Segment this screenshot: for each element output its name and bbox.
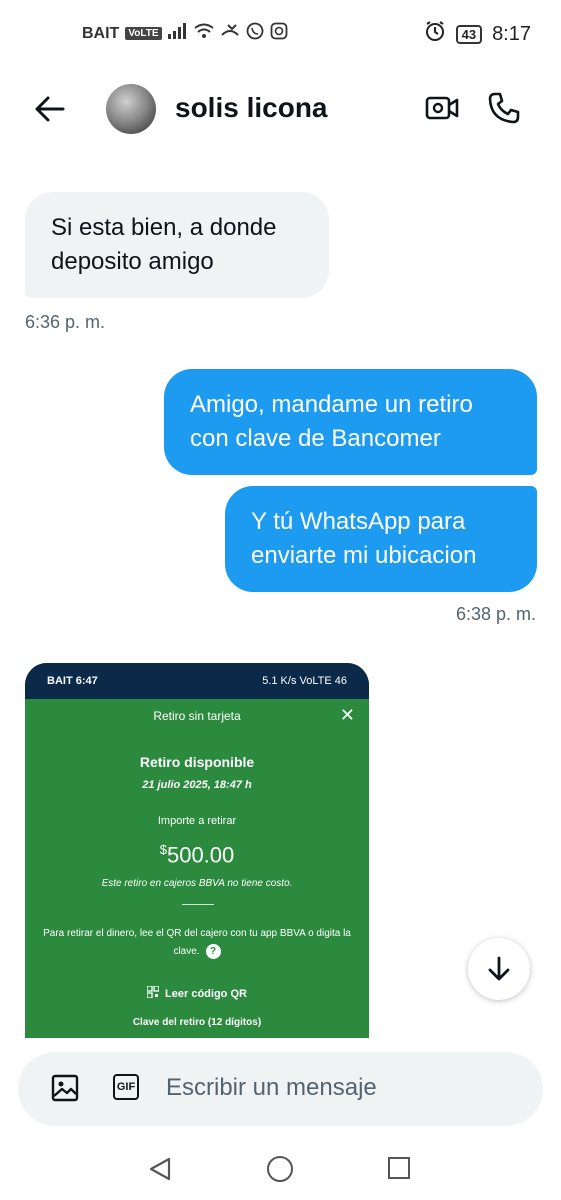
instagram-icon: [270, 22, 288, 45]
wifi-icon: [193, 23, 214, 44]
bbva-withdrawal-card: Retiro sin tarjeta ✕ Retiro disponible 2…: [25, 699, 369, 1038]
nav-back-button[interactable]: [147, 1156, 173, 1187]
carrier-label: BAIT: [82, 24, 120, 42]
instructions-text: Para retirar el dinero, lee el QR del ca…: [35, 925, 359, 961]
instructions-label: Para retirar el dinero, lee el QR del ca…: [43, 928, 351, 957]
arrow-left-icon: [35, 96, 65, 122]
voice-message-button[interactable]: [486, 1074, 516, 1109]
triangle-back-icon: [149, 1157, 171, 1181]
outgoing-message[interactable]: Amigo, mandame un retiro con clave de Ba…: [164, 369, 537, 475]
nav-recents-button[interactable]: [388, 1157, 410, 1179]
currency-symbol: $: [159, 842, 167, 857]
qr-reader-link: Leer código QR: [25, 985, 369, 1000]
message-timestamp: 6:36 p. m.: [25, 312, 106, 332]
voice-wave-icon: [488, 1075, 516, 1103]
video-camera-icon: [425, 96, 459, 120]
video-call-button[interactable]: [425, 94, 459, 127]
status-bar: BAIT VoLTE 43 8:17: [0, 0, 561, 66]
fee-note: Este retiro en cajeros BBVA no tiene cos…: [101, 878, 293, 889]
message-input[interactable]: Escribir un mensaje: [166, 1074, 377, 1102]
amount-value: 500.00: [166, 842, 235, 868]
withdrawal-amount: $500.00: [25, 842, 369, 868]
withdrawal-date: 21 julio 2025, 18:47 h: [142, 779, 252, 791]
back-button[interactable]: [33, 94, 67, 124]
arrow-down-icon: [488, 956, 510, 981]
missed-call-icon: [220, 23, 240, 44]
voice-call-button[interactable]: [487, 91, 521, 130]
phone-icon: [488, 92, 520, 124]
image-icon: [51, 1074, 79, 1102]
system-nav-bar: [0, 1134, 561, 1200]
attachment-status-left: BAIT 6:47: [47, 675, 98, 687]
message-composer[interactable]: GIF Escribir un mensaje: [18, 1052, 543, 1126]
image-attachment[interactable]: BAIT 6:47 5.1 K/s VoLTE 46 Retiro sin ta…: [25, 663, 369, 1038]
contact-name[interactable]: solis licona: [175, 92, 328, 124]
alarm-icon: [424, 20, 446, 48]
help-icon: ?: [205, 944, 221, 959]
scroll-to-bottom-button[interactable]: [468, 938, 530, 1000]
conversation-header: solis licona: [0, 66, 561, 152]
avatar[interactable]: [106, 84, 156, 134]
gif-button[interactable]: GIF: [113, 1074, 139, 1100]
close-icon: ✕: [339, 705, 355, 725]
clock: 8:17: [492, 22, 531, 45]
message-timestamp: 6:38 p. m.: [455, 604, 536, 624]
image-picker-button[interactable]: [51, 1074, 79, 1107]
qr-label: Leer código QR: [165, 988, 247, 1000]
signal-icon: [167, 23, 188, 44]
battery-indicator: 43: [455, 24, 483, 44]
amount-label: Importe a retirar: [157, 815, 237, 827]
outgoing-message[interactable]: Y tú WhatsApp para enviarte mi ubicacion: [225, 486, 537, 592]
clave-label: Clave del retiro (12 dígitos): [132, 1017, 262, 1028]
whatsapp-icon: [246, 22, 264, 45]
withdrawal-heading: Retiro disponible: [139, 754, 255, 770]
nav-home-button[interactable]: [267, 1156, 293, 1182]
volte-badge: VoLTE: [125, 27, 162, 40]
divider: [182, 904, 214, 905]
attachment-screen-title: Retiro sin tarjeta: [153, 709, 241, 723]
attachment-status-bar: BAIT 6:47 5.1 K/s VoLTE 46: [25, 663, 369, 699]
incoming-message[interactable]: Si esta bien, a donde deposito amigo: [25, 192, 329, 298]
attachment-status-right: 5.1 K/s VoLTE 46: [262, 675, 347, 687]
qr-code-icon: [146, 985, 160, 999]
